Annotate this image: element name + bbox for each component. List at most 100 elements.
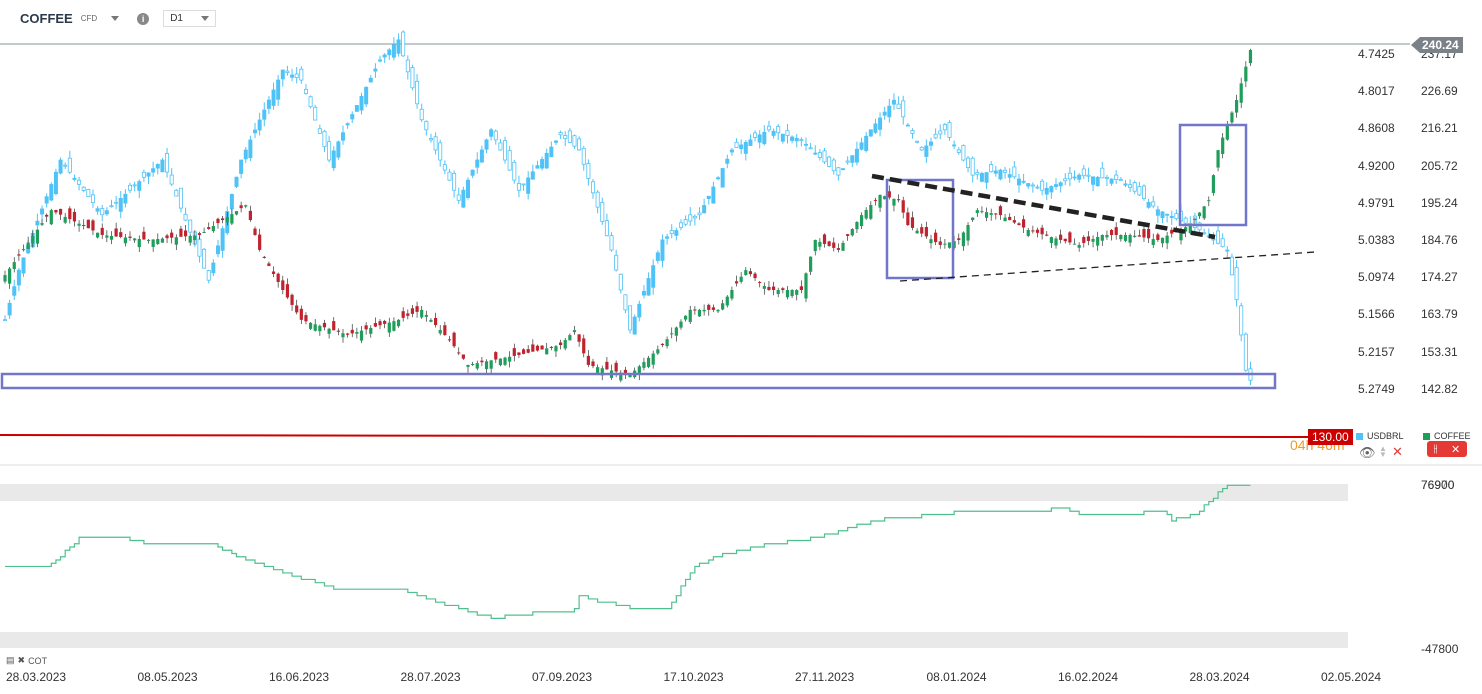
coffee-candle: [1123, 234, 1128, 241]
coffee-candle: [651, 353, 655, 365]
usdbrl-candle: [1165, 213, 1170, 216]
usdbrl-candle: [651, 265, 656, 288]
usdbrl-candle: [368, 77, 373, 83]
coffee-candle: [318, 325, 322, 332]
usdbrl-color-swatch: [1356, 432, 1363, 440]
usdbrl-candle: [581, 147, 586, 165]
coffee-candle: [1137, 235, 1141, 237]
usdbrl-candle: [1151, 201, 1156, 207]
coffee-candle: [267, 263, 271, 266]
indicator-settings-icon[interactable]: ▤: [6, 655, 15, 666]
coffee-candle: [21, 249, 26, 251]
coffee-candle: [873, 199, 878, 201]
usdbrl-candle: [396, 39, 401, 54]
usdbrl-candle: [1077, 174, 1082, 180]
coffee-candle: [383, 320, 387, 324]
legend-usdbrl[interactable]: USDBRL: [1356, 431, 1404, 441]
usdbrl-candle: [665, 236, 670, 239]
usdbrl-candle: [604, 220, 609, 237]
usdbrl-candle: [766, 125, 771, 131]
coffee-candle: [457, 352, 461, 354]
usdbrl-candle: [711, 186, 716, 204]
coffee-candle: [401, 311, 405, 318]
usdbrl-candle: [600, 202, 605, 222]
coffee-candle: [3, 275, 7, 282]
coffee-candle: [1026, 230, 1030, 236]
coffee-series-controls[interactable]: ⫲ ✕: [1427, 441, 1467, 457]
coffee-candle: [119, 232, 123, 237]
coffee-candle: [1239, 83, 1243, 103]
coffee-candle: [295, 305, 299, 313]
consolidation-box: [885, 178, 955, 280]
coffee-candle: [508, 356, 512, 362]
reorder-icon[interactable]: ▲ ▼: [1379, 445, 1387, 459]
coffee-candle: [63, 216, 67, 223]
usdbrl-candle: [1072, 176, 1077, 179]
coffee-candle: [1049, 237, 1053, 243]
usdbrl-candle: [183, 213, 188, 221]
usdbrl-candle: [114, 201, 119, 204]
price-chart[interactable]: [0, 0, 1482, 694]
coffee-candle: [234, 211, 239, 215]
usdbrl-candle: [12, 286, 17, 296]
coffee-candle: [156, 239, 160, 245]
coffee-candle: [8, 268, 12, 284]
usdbrl-candle: [1123, 183, 1128, 186]
eye-icon[interactable]: 👁: [1359, 445, 1376, 461]
usdbrl-candle: [100, 208, 105, 216]
cot-label: COT: [28, 655, 48, 666]
coffee-candle: [850, 229, 854, 236]
coffee-candle: [642, 362, 646, 368]
candles-icon[interactable]: ⫲: [1434, 443, 1438, 456]
usdbrl-candle: [993, 170, 998, 174]
usdbrl-candle: [452, 172, 457, 191]
remove-indicator-icon[interactable]: ✖: [18, 655, 26, 666]
coffee-candle: [790, 290, 794, 297]
usdbrl-candle: [984, 172, 989, 183]
legend-coffee-label: COFFEE: [1434, 431, 1471, 441]
usdbrl-candle: [776, 126, 781, 134]
usdbrl-candle: [1007, 174, 1012, 178]
usdbrl-candle: [854, 148, 859, 163]
usdbrl-candle: [785, 130, 790, 136]
coffee-candle: [1096, 236, 1100, 246]
coffee-candle: [1225, 125, 1229, 140]
legend-coffee[interactable]: COFFEE: [1423, 431, 1471, 441]
alert-price-tag[interactable]: 130.00: [1308, 429, 1353, 445]
coffee-candle: [58, 208, 63, 215]
usdbrl-candle: [132, 184, 137, 187]
coffee-candle: [1114, 227, 1118, 235]
coffee-candle: [244, 205, 248, 207]
usdbrl-candle: [868, 129, 873, 137]
coffee-candle: [739, 276, 743, 282]
usdbrl-candle: [966, 157, 971, 168]
remove-coffee-icon[interactable]: ✕: [1451, 443, 1460, 456]
coffee-candle: [1211, 175, 1216, 194]
coffee-candle: [128, 236, 132, 238]
coffee-candle: [822, 234, 827, 244]
coffee-candle: [91, 220, 95, 231]
usdbrl-candle: [938, 130, 943, 135]
coffee-candle: [1244, 66, 1248, 82]
coffee-candle: [498, 358, 503, 366]
usdbrl-candle: [405, 59, 410, 73]
usdbrl-candle: [947, 122, 952, 138]
usdbrl-candle: [799, 139, 804, 142]
usdbrl-candle: [827, 156, 832, 167]
usdbrl-candle: [1016, 178, 1021, 186]
usdbrl-candle: [623, 294, 628, 311]
left-axis-tick: 5.2749: [1358, 381, 1395, 396]
coffee-candle: [966, 225, 970, 241]
usdbrl-candle: [743, 142, 748, 154]
coffee-candle: [1031, 230, 1035, 232]
usdbrl-candle: [169, 174, 174, 185]
usdbrl-candle: [67, 157, 72, 173]
usdbrl-candle: [873, 123, 878, 133]
coffee-candle: [758, 281, 762, 283]
usdbrl-candle: [697, 212, 702, 216]
remove-usdbrl-icon[interactable]: ✕: [1392, 444, 1403, 460]
coffee-candle: [77, 223, 81, 226]
legend-usdbrl-label: USDBRL: [1367, 431, 1404, 441]
usdbrl-candle: [716, 177, 721, 180]
coffee-candle: [271, 271, 276, 274]
